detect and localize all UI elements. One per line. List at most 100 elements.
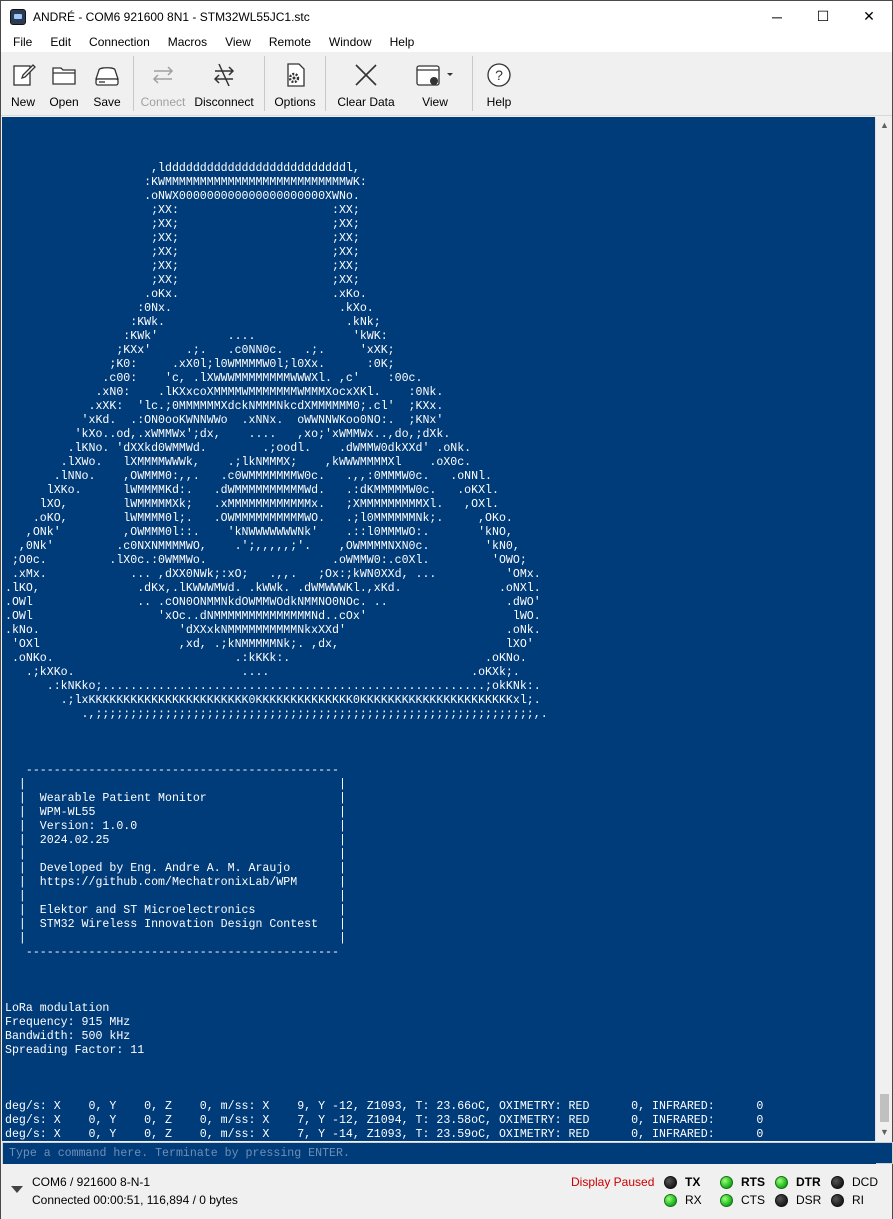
banner-line: | STM32 Wireless Innovation Design Conte… <box>5 918 346 931</box>
device-banner: ----------------------------------------… <box>5 750 875 974</box>
maximize-button[interactable]: ☐ <box>800 1 846 32</box>
ascii-art-line: ,lddddddddddddddddddddddddddl, <box>5 162 360 175</box>
menu-edit[interactable]: Edit <box>41 32 80 52</box>
connection-stats: Connected 00:00:51, 116,894 / 0 bytes <box>32 1193 238 1207</box>
view-button[interactable]: View <box>402 52 468 115</box>
banner-line: | Wearable Patient Monitor | <box>5 792 346 805</box>
banner-line: | https://github.com/MechatronixLab/WPM … <box>5 876 346 889</box>
scroll-up-icon[interactable]: ▲ <box>876 117 893 134</box>
close-button[interactable]: ✕ <box>846 1 892 32</box>
view-label: View <box>422 95 448 109</box>
ascii-art-line: .oKO, lWMMMM0l;. .OWMMMMMMMMMMWO. .;l0MM… <box>5 512 513 525</box>
collapse-triangle-icon[interactable] <box>11 1186 23 1193</box>
ascii-art-line: 'kXo..od,.xWMMWx';dx, .... ,xo;'xWMMWx..… <box>5 428 451 441</box>
options-gear-icon <box>287 63 305 87</box>
menu-file[interactable]: File <box>1 32 41 52</box>
port-settings: COM6 / 921600 8-N-1 <box>32 1175 151 1189</box>
scroll-thumb[interactable] <box>880 1094 889 1122</box>
options-button[interactable]: Options <box>269 52 321 115</box>
terminal-display[interactable]: ,lddddddddddddddddddddddddddl, :KWMMMMMM… <box>2 117 875 1141</box>
banner-line: | | <box>5 890 346 903</box>
connect-arrows-icon <box>152 66 174 84</box>
ascii-art-line: ;KXx' .;. .c0NN0c. .;. 'xXK; <box>5 344 395 357</box>
banner-line: | WPM-WL55 | <box>5 806 346 819</box>
menu-remote[interactable]: Remote <box>260 32 320 52</box>
display-paused-indicator[interactable]: Display Paused <box>571 1175 654 1189</box>
window-title: ANDRÉ - COM6 921600 8N1 - STM32WL55JC1.s… <box>33 9 310 24</box>
tx-indicator: TX <box>664 1174 700 1190</box>
menu-window[interactable]: Window <box>320 32 381 52</box>
dcd-led-icon <box>831 1175 844 1189</box>
ascii-art-line: .,;;;;;;;;;;;;;;;;;;;;;;;;;;;;;;;;;;;;;;… <box>5 708 548 721</box>
dtr-indicator[interactable]: DTR <box>775 1174 821 1190</box>
toolbar-separator <box>264 56 265 111</box>
cts-led-icon <box>720 1193 733 1207</box>
ascii-art-line: :KWk' .... 'kWK: <box>5 330 388 343</box>
new-label: New <box>10 95 35 109</box>
ascii-art-line: .lKNo. 'dXXkd0WMMWd. .;oodl. .dWMMW0dkXX… <box>5 442 472 455</box>
lora-setting-line: Spreading Factor: 11 <box>5 1044 145 1057</box>
menu-connection[interactable]: Connection <box>80 32 159 52</box>
cts-indicator: CTS <box>720 1192 765 1208</box>
banner-line: | | <box>5 778 346 791</box>
tx-label: TX <box>685 1175 701 1189</box>
ascii-art-line: ;XX; ;XX; <box>5 260 360 273</box>
ascii-art-line: .;lxKKKKKKKKKKKKKKKKKKKKKKK0KKKKKKKKKKKK… <box>5 694 541 707</box>
toolbar: New Open Save Connect Disconnect Options… <box>1 52 892 116</box>
tx-led-icon <box>664 1175 677 1189</box>
title-bar: ANDRÉ - COM6 921600 8N1 - STM32WL55JC1.s… <box>1 1 892 32</box>
help-button[interactable]: ? Help <box>477 52 521 115</box>
save-drive-icon <box>95 67 119 86</box>
menu-help[interactable]: Help <box>381 32 424 52</box>
command-input[interactable] <box>3 1143 876 1164</box>
ascii-art-line: .OWl 'xOc..dNMMMMMMMMMMMMMMNd..cOx' lWO. <box>5 610 541 623</box>
ascii-logo: ,lddddddddddddddddddddddddddl, :KWMMMMMM… <box>5 162 875 722</box>
ascii-art-line: .xXK: 'lc.;0MMMMMMXdckNMMMNkcdXMMMMMM0;.… <box>5 400 444 413</box>
disconnect-arrows-icon <box>213 63 235 87</box>
dtr-led-icon <box>775 1175 788 1189</box>
sensor-data-row: deg/s: X 0, Y 0, Z 0, m/ss: X 7, Y -14, … <box>5 1128 764 1141</box>
connect-button[interactable]: Connect <box>138 52 188 115</box>
disconnect-button[interactable]: Disconnect <box>188 52 260 115</box>
ascii-art-line: 'xKd. .:ON0ooKWNNWWo .xNNx. oWWNNWKoo0NO… <box>5 414 444 427</box>
dtr-label: DTR <box>796 1175 821 1189</box>
ri-led-icon <box>831 1193 844 1207</box>
cts-label: CTS <box>741 1193 765 1207</box>
dcd-indicator: DCD <box>831 1174 878 1190</box>
scroll-down-icon[interactable]: ▼ <box>876 1124 893 1141</box>
status-bar: COM6 / 921600 8-N-1 Connected 00:00:51, … <box>1 1165 892 1219</box>
lora-setting-line: LoRa modulation <box>5 1002 110 1015</box>
ascii-art-line: ,0Nk' .c0NXNMMMMWO, .';,,,,,;'. ,OWMMMMN… <box>5 540 520 553</box>
new-button[interactable]: New <box>3 52 43 115</box>
open-button[interactable]: Open <box>43 52 85 115</box>
terminal-scrollbar[interactable]: ▲ ▼ <box>875 117 892 1141</box>
ascii-art-line: .lNNo. ,OWMMM0:,,. .c0WMMMMMMMW0c. .,,:0… <box>5 470 493 483</box>
clear-data-button[interactable]: Clear Data <box>330 52 402 115</box>
banner-line: | Elektor and ST Microelectronics | <box>5 904 346 917</box>
clear-x-icon <box>355 64 377 86</box>
minimize-button[interactable]: ─ <box>754 1 800 32</box>
ri-indicator: RI <box>831 1192 864 1208</box>
clear-data-label: Clear Data <box>337 95 395 109</box>
ascii-art-line: 'OXl ,xd, .;kNMMMMMNk;. ,dx, lXO' <box>5 638 534 651</box>
ascii-art-line: ;K0: .xX0l;l0WMMMMW0l;l0Xx. :0K; <box>5 358 395 371</box>
ascii-art-line: ;XX; ;XX; <box>5 246 360 259</box>
connect-label: Connect <box>140 95 186 109</box>
app-window: ANDRÉ - COM6 921600 8N1 - STM32WL55JC1.s… <box>0 0 893 1219</box>
view-window-icon <box>416 65 453 86</box>
rts-indicator[interactable]: RTS <box>720 1174 765 1190</box>
save-button[interactable]: Save <box>85 52 129 115</box>
dsr-label: DSR <box>796 1193 822 1207</box>
menu-view[interactable]: View <box>216 32 260 52</box>
rx-indicator: RX <box>664 1192 702 1208</box>
app-terminal-icon <box>10 8 26 25</box>
ascii-art-line: :KWk. .kNk; <box>5 316 381 329</box>
rx-label: RX <box>685 1193 702 1207</box>
menu-macros[interactable]: Macros <box>159 32 216 52</box>
terminal-text: ,lddddddddddddddddddddddddddl, :KWMMMMMM… <box>2 117 875 1141</box>
rx-led-icon <box>664 1193 677 1207</box>
banner-line: | Developed by Eng. Andre A. M. Araujo | <box>5 862 346 875</box>
banner-line: | 2024.02.25 | <box>5 834 346 847</box>
toolbar-separator <box>472 56 473 111</box>
lora-setting-line <box>5 1058 875 1072</box>
